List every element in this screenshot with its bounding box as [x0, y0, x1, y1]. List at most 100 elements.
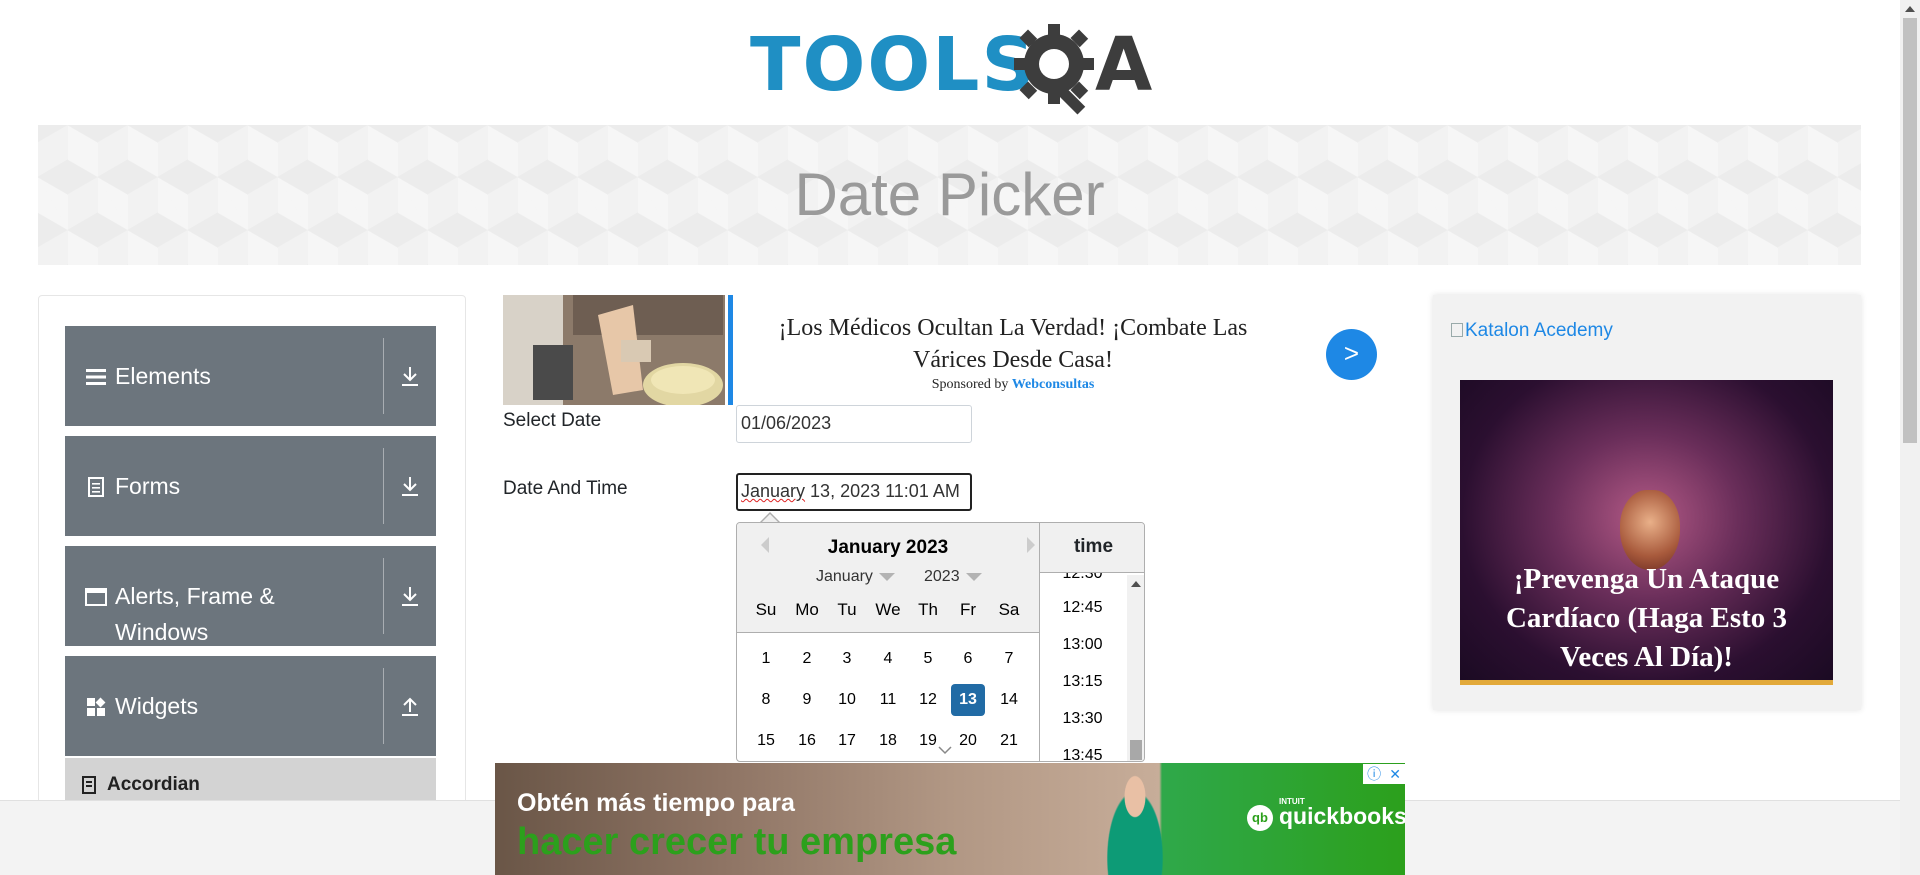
select-date-label: Select Date — [503, 410, 602, 431]
ad-line1: Obtén más tiempo para — [517, 789, 795, 817]
ad-accent-bar — [728, 295, 733, 405]
logo-a-text: A — [1095, 22, 1155, 108]
heart-illustration — [1620, 490, 1680, 570]
ad-headline: ¡Prevenga Un Ataque Cardíaco (Haga Esto … — [1505, 563, 1788, 673]
ad-line2: hacer crecer tu empresa — [517, 821, 957, 863]
sidebar-group-forms[interactable]: Forms — [65, 436, 436, 536]
close-icon[interactable]: ✕ — [1389, 764, 1401, 784]
day-cell[interactable]: 4 — [871, 643, 905, 675]
time-list[interactable]: 12:30 12:45 13:00 13:15 13:30 13:45 — [1040, 573, 1125, 761]
date-and-time-rest: 13, 2023 11:01 AM — [805, 481, 960, 501]
day-cell[interactable]: 16 — [790, 725, 824, 757]
expand-toggle[interactable] — [384, 546, 436, 646]
time-option[interactable]: 13:15 — [1040, 673, 1125, 691]
ad-sponsor-name[interactable]: Webconsultas — [1012, 377, 1094, 392]
day-cell[interactable]: 1 — [749, 643, 783, 675]
document-icon — [88, 477, 104, 497]
ad-sponsor-line: Sponsored by Webconsultas — [753, 377, 1273, 393]
day-cell[interactable]: 20 — [951, 725, 985, 757]
sidebar-group-alerts-frame-windows[interactable]: Alerts, Frame & Windows — [65, 546, 436, 646]
weekday-label: Sa — [998, 600, 1020, 619]
sidebar-group-elements[interactable]: Elements — [65, 326, 436, 426]
ad-choices[interactable]: ⓘ ✕ — [1363, 764, 1405, 784]
ad-headline[interactable]: ¡Los Médicos Ocultan La Verdad! ¡Combate… — [753, 312, 1273, 376]
day-cell[interactable]: 7 — [992, 643, 1026, 675]
day-cell-selected[interactable]: 13 — [951, 684, 985, 716]
weekday-label: Mo — [795, 600, 819, 619]
upload-icon — [402, 697, 418, 716]
scroll-thumb[interactable] — [1903, 18, 1917, 443]
date-and-time-input[interactable]: January 13, 2023 11:01 AM — [736, 473, 972, 511]
weekday-label: Tu — [837, 600, 857, 619]
weekday-label: Su — [755, 600, 777, 619]
day-cell[interactable]: 5 — [911, 643, 945, 675]
time-option[interactable]: 13:45 — [1040, 747, 1125, 761]
day-cell[interactable]: 14 — [992, 684, 1026, 716]
time-header: time — [1040, 523, 1144, 573]
time-option[interactable]: 12:30 — [1040, 573, 1125, 583]
list-icon — [82, 776, 96, 794]
ad-image[interactable]: ¡Prevenga Un Ataque Cardíaco (Haga Esto … — [1460, 380, 1833, 685]
right-ad[interactable]: Katalon Acedemy ¡Prevenga Un Ataque Card… — [1433, 295, 1861, 710]
page-title: Date Picker — [794, 161, 1105, 228]
katalon-academy-link[interactable]: Katalon Acedemy — [1451, 320, 1613, 342]
time-option[interactable]: 12:45 — [1040, 599, 1125, 617]
datepicker-header: January 2023 January 2023 Su Mo Tu We Th… — [737, 523, 1039, 633]
select-date-input[interactable]: 01/06/2023 — [736, 405, 972, 443]
sidebar-group-label: Elements — [115, 363, 211, 389]
page-banner: Date Picker — [38, 125, 1861, 265]
expand-toggle[interactable] — [384, 326, 436, 426]
ad-person-illustration — [1095, 763, 1175, 875]
scroll-up-icon[interactable] — [1131, 581, 1141, 587]
expand-toggle[interactable] — [384, 436, 436, 536]
chevron-down-icon — [878, 572, 895, 581]
day-cell[interactable]: 3 — [830, 643, 864, 675]
time-scrollbar[interactable] — [1127, 575, 1144, 761]
day-cell[interactable]: 9 — [790, 684, 824, 716]
toolsqa-logo[interactable]: TOOLS A — [750, 18, 1155, 115]
sidebar-group-widgets[interactable]: Widgets — [65, 656, 436, 756]
scroll-up-icon[interactable] — [1905, 6, 1915, 12]
page-scrollbar[interactable] — [1900, 0, 1920, 875]
day-cell[interactable]: 10 — [830, 684, 864, 716]
day-cell[interactable]: 21 — [992, 725, 1026, 757]
day-cell[interactable]: 8 — [749, 684, 783, 716]
day-cell[interactable]: 12 — [911, 684, 945, 716]
info-icon[interactable]: ⓘ — [1367, 764, 1381, 784]
time-option[interactable]: 13:30 — [1040, 710, 1125, 728]
next-month-icon[interactable] — [1027, 537, 1035, 553]
time-option[interactable]: 13:00 — [1040, 636, 1125, 654]
day-cell[interactable]: 11 — [871, 684, 905, 716]
sidebar-group-label: Widgets — [115, 693, 199, 719]
day-cell[interactable]: 6 — [951, 643, 985, 675]
day-cell[interactable]: 15 — [749, 725, 783, 757]
month-dropdown[interactable]: January — [816, 568, 895, 586]
gear-icon — [1014, 24, 1094, 115]
day-cell[interactable]: 17 — [830, 725, 864, 757]
scroll-thumb[interactable] — [1130, 740, 1142, 760]
ad-sponsored-prefix: Sponsored by — [931, 377, 1009, 392]
ad-next-button[interactable]: > — [1326, 329, 1377, 380]
bottom-ad[interactable]: Obtén más tiempo para hacer crecer tu em… — [495, 763, 1405, 875]
collapse-toggle[interactable] — [384, 656, 436, 756]
date-and-time-label: Date And Time — [503, 478, 628, 499]
date-and-time-month: January — [741, 481, 806, 501]
sidebar-group-label-line1: Alerts, Frame & — [115, 583, 275, 609]
day-cell[interactable]: 18 — [871, 725, 905, 757]
chevron-down-icon[interactable] — [937, 745, 953, 755]
quickbooks-mark-icon: qb — [1247, 805, 1273, 831]
day-cell[interactable]: 2 — [790, 643, 824, 675]
quickbooks-logo: qb INTUIT quickbooks — [1247, 793, 1405, 843]
katalon-academy-link-text: Katalon Acedemy — [1465, 320, 1613, 341]
datepicker-popup: January 2023 January 2023 Su Mo Tu We Th… — [736, 522, 1145, 762]
time-panel: time 12:30 12:45 13:00 13:15 13:30 13:45 — [1039, 523, 1144, 761]
ad-image[interactable] — [503, 295, 725, 405]
ad-photo-illustration — [503, 295, 725, 405]
month-dropdown-value: January — [816, 568, 873, 585]
download-icon — [402, 477, 418, 496]
sidebar-item-label: Accordian — [107, 774, 200, 795]
weekday-label: We — [875, 600, 901, 619]
top-ad[interactable]: ¡Los Médicos Ocultan La Verdad! ¡Combate… — [503, 295, 1383, 405]
year-dropdown[interactable]: 2023 — [924, 568, 982, 586]
datepicker-current-month: January 2023 — [827, 537, 949, 558]
